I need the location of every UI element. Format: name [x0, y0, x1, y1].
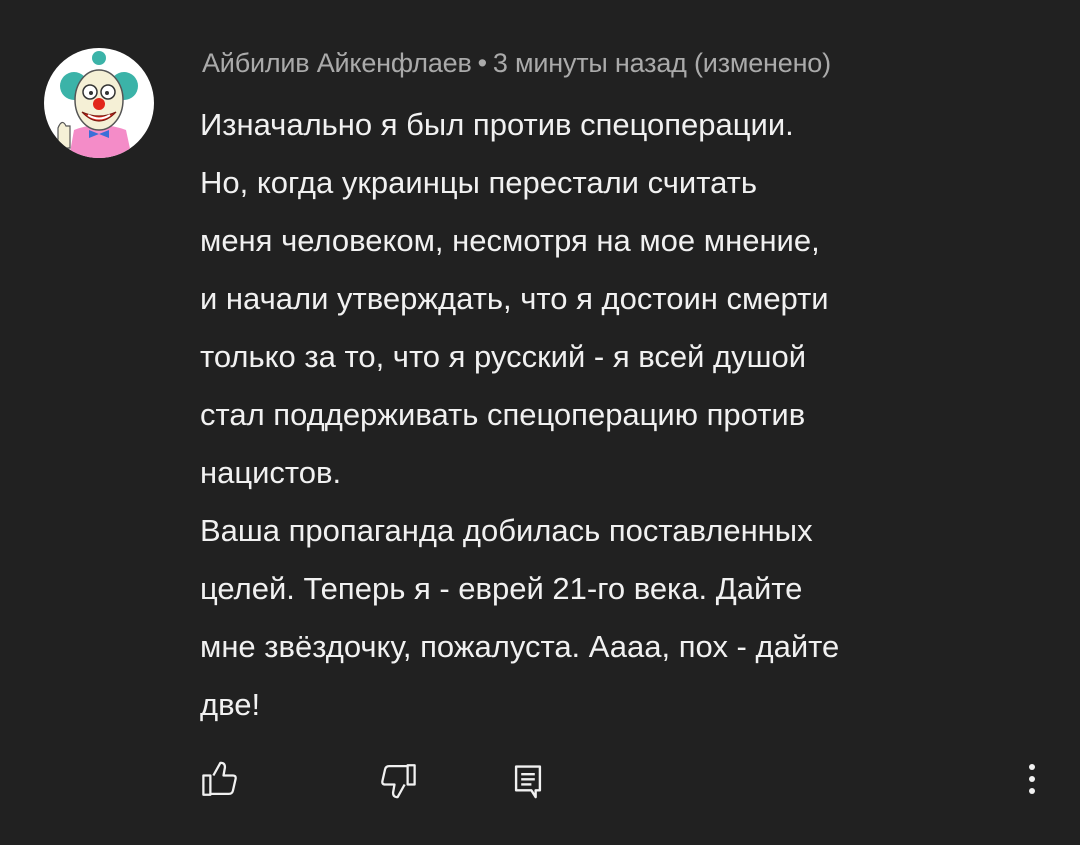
thumb-down-icon — [381, 764, 416, 799]
comment-line: нацистов. — [200, 455, 342, 490]
comment: Айбилив Айкенфлаев • 3 минуты назад (измен… — [0, 0, 1080, 845]
comment-line: две! — [200, 687, 261, 722]
more-options-button[interactable] — [1014, 754, 1050, 804]
author-name[interactable]: Айбилив Айкенфлаев — [202, 48, 472, 78]
comment-line: мне звёздочку, пожалуста. Аааа, пох - да… — [200, 629, 840, 664]
comment-line: меня человеком, несмотря на мое мнение, — [200, 223, 820, 258]
comment-line: только за то, что я русский - я всей душ… — [200, 339, 807, 374]
comment-line: и начали утверждать, что я достоин смерт… — [200, 281, 829, 316]
more-vertical-icon — [1029, 764, 1035, 794]
edited-label: (изменено) — [694, 48, 831, 78]
clown-avatar-icon — [57, 51, 138, 158]
comment-line: Но, когда украинцы перестали считать — [200, 165, 757, 200]
meta-separator: • — [477, 48, 487, 78]
comment-line: целей. Теперь я - еврей 21-го века. Дайт… — [200, 571, 803, 606]
comment-meta: Айбилив Айкенфлаев • 3 минуты назад (измен… — [202, 48, 831, 79]
comment-line: Изначально я был против спецоперации. — [200, 107, 794, 142]
dislike-button[interactable] — [374, 756, 422, 806]
like-button[interactable] — [196, 754, 244, 804]
thumb-up-icon — [202, 761, 237, 796]
reply-button[interactable] — [508, 756, 548, 806]
comment-line: Ваша пропаганда добилась поставленных — [200, 513, 813, 548]
comment-line: стал поддерживать спецоперацию против — [200, 397, 806, 432]
avatar[interactable] — [44, 48, 154, 158]
comment-text: Изначально я был против спецоперации. Но… — [200, 96, 1020, 734]
comment-actions — [0, 750, 1080, 810]
reply-icon — [514, 765, 542, 799]
comment-time: 3 минуты назад — [492, 48, 687, 78]
